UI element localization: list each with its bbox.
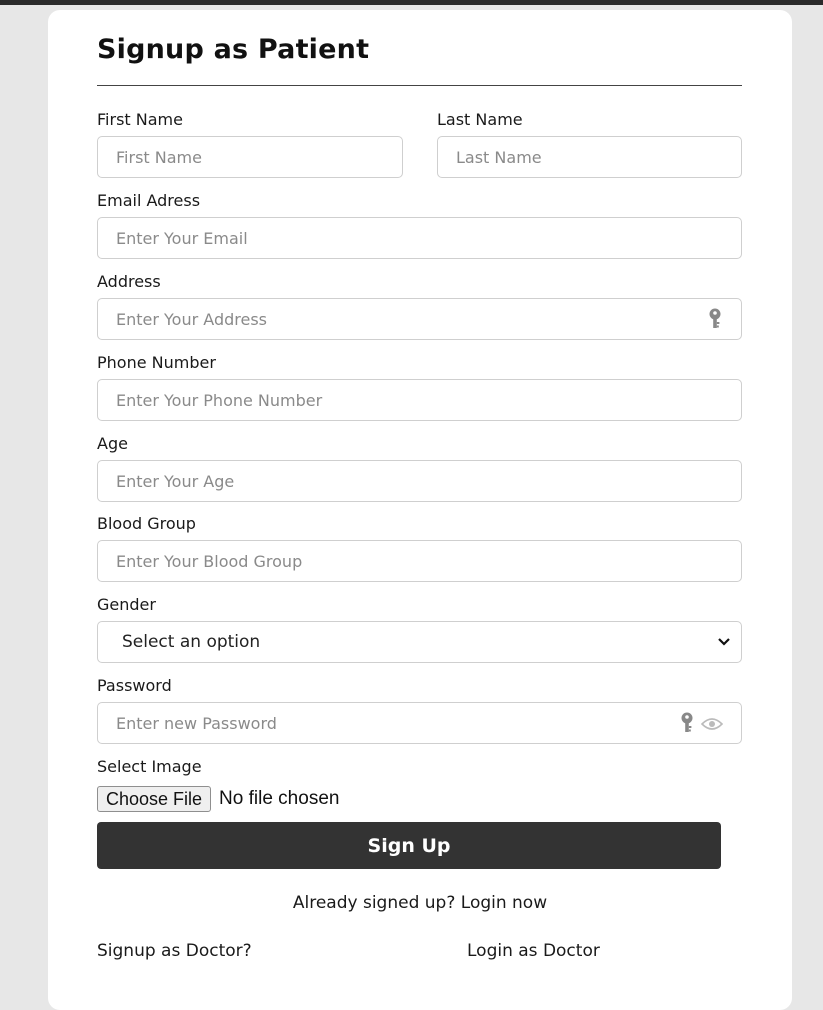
signup-as-doctor-link[interactable]: Signup as Doctor? xyxy=(97,941,252,961)
email-placeholder: Enter Your Email xyxy=(116,228,248,248)
last-name-placeholder: Last Name xyxy=(456,147,542,167)
first-name-label: First Name xyxy=(97,110,183,129)
file-status-text: No file chosen xyxy=(219,788,340,809)
signup-card: Signup as Patient First Name Last Name F… xyxy=(48,10,792,1010)
first-name-placeholder: First Name xyxy=(116,147,202,167)
title-divider xyxy=(97,85,742,86)
gender-selected-value: Select an option xyxy=(122,632,261,652)
gender-label: Gender xyxy=(97,595,156,614)
password-input[interactable]: Enter new Password xyxy=(97,702,742,744)
login-now-link[interactable]: Login now xyxy=(461,893,547,913)
key-icon xyxy=(707,308,723,330)
address-label: Address xyxy=(97,272,161,291)
email-input[interactable]: Enter Your Email xyxy=(97,217,742,259)
blood-group-placeholder: Enter Your Blood Group xyxy=(116,551,303,571)
password-label: Password xyxy=(97,676,172,695)
top-bar xyxy=(0,0,823,5)
eye-icon[interactable] xyxy=(700,716,724,730)
gender-select[interactable]: Select an option xyxy=(97,621,742,663)
key-icon xyxy=(679,712,695,734)
last-name-input[interactable]: Last Name xyxy=(437,136,742,178)
blood-group-label: Blood Group xyxy=(97,514,196,533)
sign-up-button[interactable]: Sign Up xyxy=(97,822,721,869)
choose-file-button[interactable]: Choose File xyxy=(97,786,212,812)
phone-input[interactable]: Enter Your Phone Number xyxy=(97,379,742,421)
phone-placeholder: Enter Your Phone Number xyxy=(116,390,323,410)
age-input[interactable]: Enter Your Age xyxy=(97,460,742,502)
form-title: Signup as Patient xyxy=(97,34,370,65)
last-name-label: Last Name xyxy=(437,110,523,129)
login-as-doctor-link[interactable]: Login as Doctor xyxy=(467,941,600,961)
chevron-down-icon xyxy=(717,635,731,649)
phone-label: Phone Number xyxy=(97,353,216,372)
blood-group-input[interactable]: Enter Your Blood Group xyxy=(97,540,742,582)
already-signed-up-text: Already signed up? xyxy=(292,893,456,913)
first-name-input[interactable]: First Name xyxy=(97,136,403,178)
already-signed-up-row: Already signed up? Login now xyxy=(48,893,792,913)
age-label: Age xyxy=(97,434,128,453)
age-placeholder: Enter Your Age xyxy=(116,471,235,491)
address-input[interactable]: Enter Your Address xyxy=(97,298,742,340)
address-placeholder: Enter Your Address xyxy=(116,309,267,329)
password-placeholder: Enter new Password xyxy=(116,713,277,733)
file-input: Choose File No file chosen xyxy=(97,786,339,812)
select-image-label: Select Image xyxy=(97,757,202,776)
email-label: Email Adress xyxy=(97,191,201,210)
